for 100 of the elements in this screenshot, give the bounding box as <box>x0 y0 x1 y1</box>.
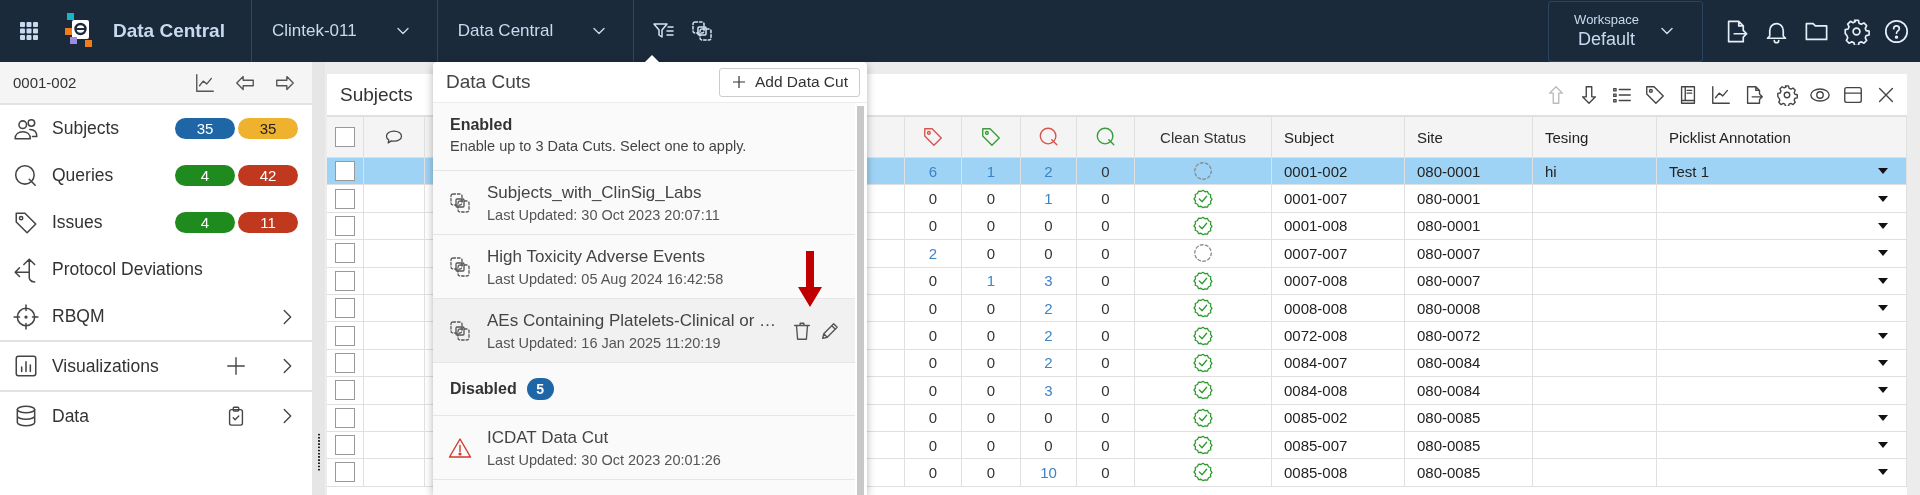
dropdown-caret-icon[interactable] <box>1878 195 1888 202</box>
column-header[interactable]: Tesing <box>1545 128 1589 146</box>
checkbox[interactable] <box>335 325 355 346</box>
column-header[interactable]: Site <box>1417 128 1443 146</box>
table-cell: 080-0001 <box>1417 217 1481 235</box>
crosshair-icon <box>13 303 39 330</box>
column-header[interactable]: Picklist Annotation <box>1669 128 1791 146</box>
query-icon <box>13 162 39 189</box>
data-cut-item[interactable]: Subjects_with_ClinSig_Labs Last Updated: 30 Oct 2023 20:07:11 <box>433 171 856 235</box>
line-chart-icon[interactable] <box>1710 83 1732 106</box>
dashed-circle-icon <box>1192 160 1214 183</box>
settings-icon[interactable] <box>1776 83 1798 106</box>
check-badge-icon <box>1192 269 1214 292</box>
last-updated: Last Updated: 05 Aug 2024 16:42:58 <box>487 270 725 287</box>
table-cell: 0 <box>928 436 938 454</box>
dropdown-caret-icon[interactable] <box>1878 222 1888 229</box>
table-cell: 0072-008 <box>1284 327 1348 345</box>
table-cell: 0 <box>986 327 996 345</box>
dropdown-caret-icon[interactable] <box>1878 469 1888 476</box>
checkbox[interactable] <box>335 352 355 373</box>
table-cell: 080-0085 <box>1417 436 1481 454</box>
data-cut-icon[interactable] <box>690 19 715 43</box>
check-badge-icon <box>1192 214 1214 237</box>
sidebar-item[interactable]: Issues <box>52 212 162 233</box>
check-badge-icon <box>1192 461 1214 484</box>
help-icon[interactable] <box>1883 17 1910 45</box>
checkbox[interactable] <box>335 380 355 401</box>
sidebar-item[interactable]: Visualizations <box>52 355 212 377</box>
count-badge: 42 <box>238 165 298 186</box>
checkbox[interactable] <box>335 188 355 209</box>
add-data-cut-button[interactable]: Add Data Cut <box>718 67 860 97</box>
workspace-dropdown[interactable]: Workspace Default <box>1548 0 1703 62</box>
dropdown-caret-icon[interactable] <box>1878 387 1888 394</box>
table-cell: 080-0085 <box>1417 409 1481 427</box>
data-cut-name: High Toxicity Adverse Events <box>487 246 706 267</box>
dropdown-caret-icon[interactable] <box>1878 305 1888 312</box>
dashed-circle-icon <box>1192 242 1214 265</box>
dropdown-caret-icon[interactable] <box>1878 359 1888 366</box>
apps-grid-icon[interactable] <box>17 19 41 43</box>
column-header[interactable]: Subject <box>1284 128 1335 146</box>
panel-title: Subjects <box>340 83 414 106</box>
checkbox[interactable] <box>335 270 355 291</box>
count-link[interactable]: 2 <box>1044 327 1053 345</box>
count-badge: 4 <box>175 212 235 233</box>
bar-chart-icon <box>13 353 39 379</box>
section-title: Disabled <box>450 380 517 398</box>
dropdown-caret-icon[interactable] <box>1878 442 1888 449</box>
table-cell: 0 <box>928 381 938 399</box>
check-badge-icon <box>1192 187 1214 210</box>
column-header[interactable]: Clean Status <box>1160 128 1246 146</box>
context-dropdown[interactable]: Data Central <box>437 0 634 62</box>
data-cut-item[interactable]: AEs Containing Platelets-Clinical or … Last Updated: 16 Jan 2025 11:20:19 <box>433 299 856 363</box>
data-cut-item[interactable]: ICDAT Data Cut Last Updated: 30 Oct 2023 20:01:26 <box>433 416 856 480</box>
table-cell: 0085-008 <box>1284 464 1348 481</box>
table-cell: 0 <box>1101 409 1110 427</box>
checkbox[interactable] <box>335 161 355 182</box>
table-cell: 0 <box>986 464 996 481</box>
count-link[interactable]: 3 <box>1044 381 1053 399</box>
sidebar-item[interactable]: Protocol Deviations <box>52 259 298 280</box>
table-cell: 0001-008 <box>1284 217 1348 235</box>
count-link[interactable]: 1 <box>986 272 996 290</box>
table-cell: 0 <box>986 381 996 399</box>
context-dropdown[interactable]: Clintek-011 <box>252 0 437 62</box>
subject-id: 0001-002 <box>13 74 78 91</box>
tag-icon[interactable] <box>1644 83 1666 106</box>
checkbox[interactable] <box>335 215 355 236</box>
count-link[interactable]: 3 <box>1044 272 1053 290</box>
dropdown-caret-icon[interactable] <box>1878 250 1888 257</box>
line-chart-icon[interactable] <box>194 71 216 94</box>
checkbox[interactable] <box>335 407 355 428</box>
sidebar-item[interactable]: Queries <box>52 165 162 186</box>
checkbox[interactable] <box>335 243 355 264</box>
section-title: Enabled <box>450 116 514 134</box>
dropdown-caret-icon[interactable] <box>1878 332 1888 339</box>
count-link[interactable]: 2 <box>1044 299 1053 317</box>
checkbox[interactable] <box>335 298 355 319</box>
dropdown-caret-icon[interactable] <box>1878 168 1888 175</box>
table-cell: 0 <box>986 354 996 372</box>
table-cell: 0 <box>986 217 996 235</box>
count-badge: 4 <box>175 165 235 186</box>
count-link[interactable]: 2 <box>1044 354 1053 372</box>
scrollbar[interactable] <box>857 106 864 495</box>
sidebar-item[interactable]: Data <box>52 405 212 427</box>
checkbox[interactable] <box>335 462 355 483</box>
table-cell: 080-0007 <box>1417 244 1481 262</box>
app-title: Data Central <box>113 20 226 42</box>
dropdown-caret-icon[interactable] <box>1878 414 1888 421</box>
sidebar-item[interactable]: RBQM <box>52 306 263 327</box>
count-link[interactable]: 1 <box>1044 190 1053 208</box>
dropdown-caret-icon[interactable] <box>1878 277 1888 284</box>
checkbox[interactable] <box>335 127 355 147</box>
logo-icon <box>63 13 93 49</box>
table-cell: 0 <box>1101 299 1110 317</box>
checkbox[interactable] <box>335 435 355 456</box>
table-cell: 0 <box>986 409 996 427</box>
count-link[interactable]: 10 <box>1040 464 1057 481</box>
table-cell: 0085-007 <box>1284 436 1348 454</box>
plus-icon[interactable] <box>225 355 247 377</box>
count-link[interactable]: 2 <box>928 244 938 262</box>
sidebar-item[interactable]: Subjects <box>52 118 162 139</box>
